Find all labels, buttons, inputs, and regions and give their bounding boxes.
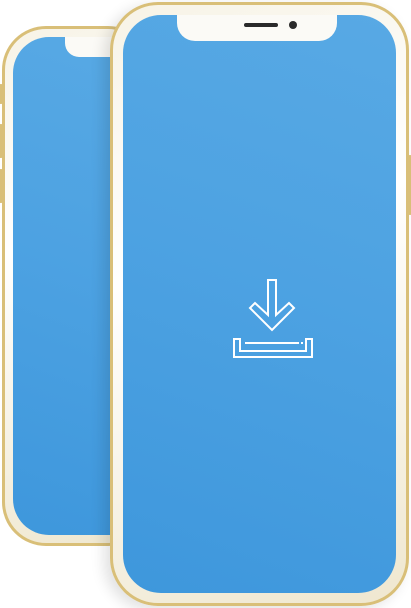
front-camera	[289, 21, 297, 29]
volume-down-button	[0, 169, 3, 203]
volume-up-button	[0, 124, 3, 158]
speaker-grille	[244, 23, 278, 27]
front-phone-screen	[123, 15, 396, 593]
side-button	[0, 84, 3, 104]
phones-mockup	[0, 0, 411, 608]
front-phone	[110, 2, 411, 606]
download-icon[interactable]	[233, 279, 313, 363]
front-phone-notch	[177, 15, 337, 41]
